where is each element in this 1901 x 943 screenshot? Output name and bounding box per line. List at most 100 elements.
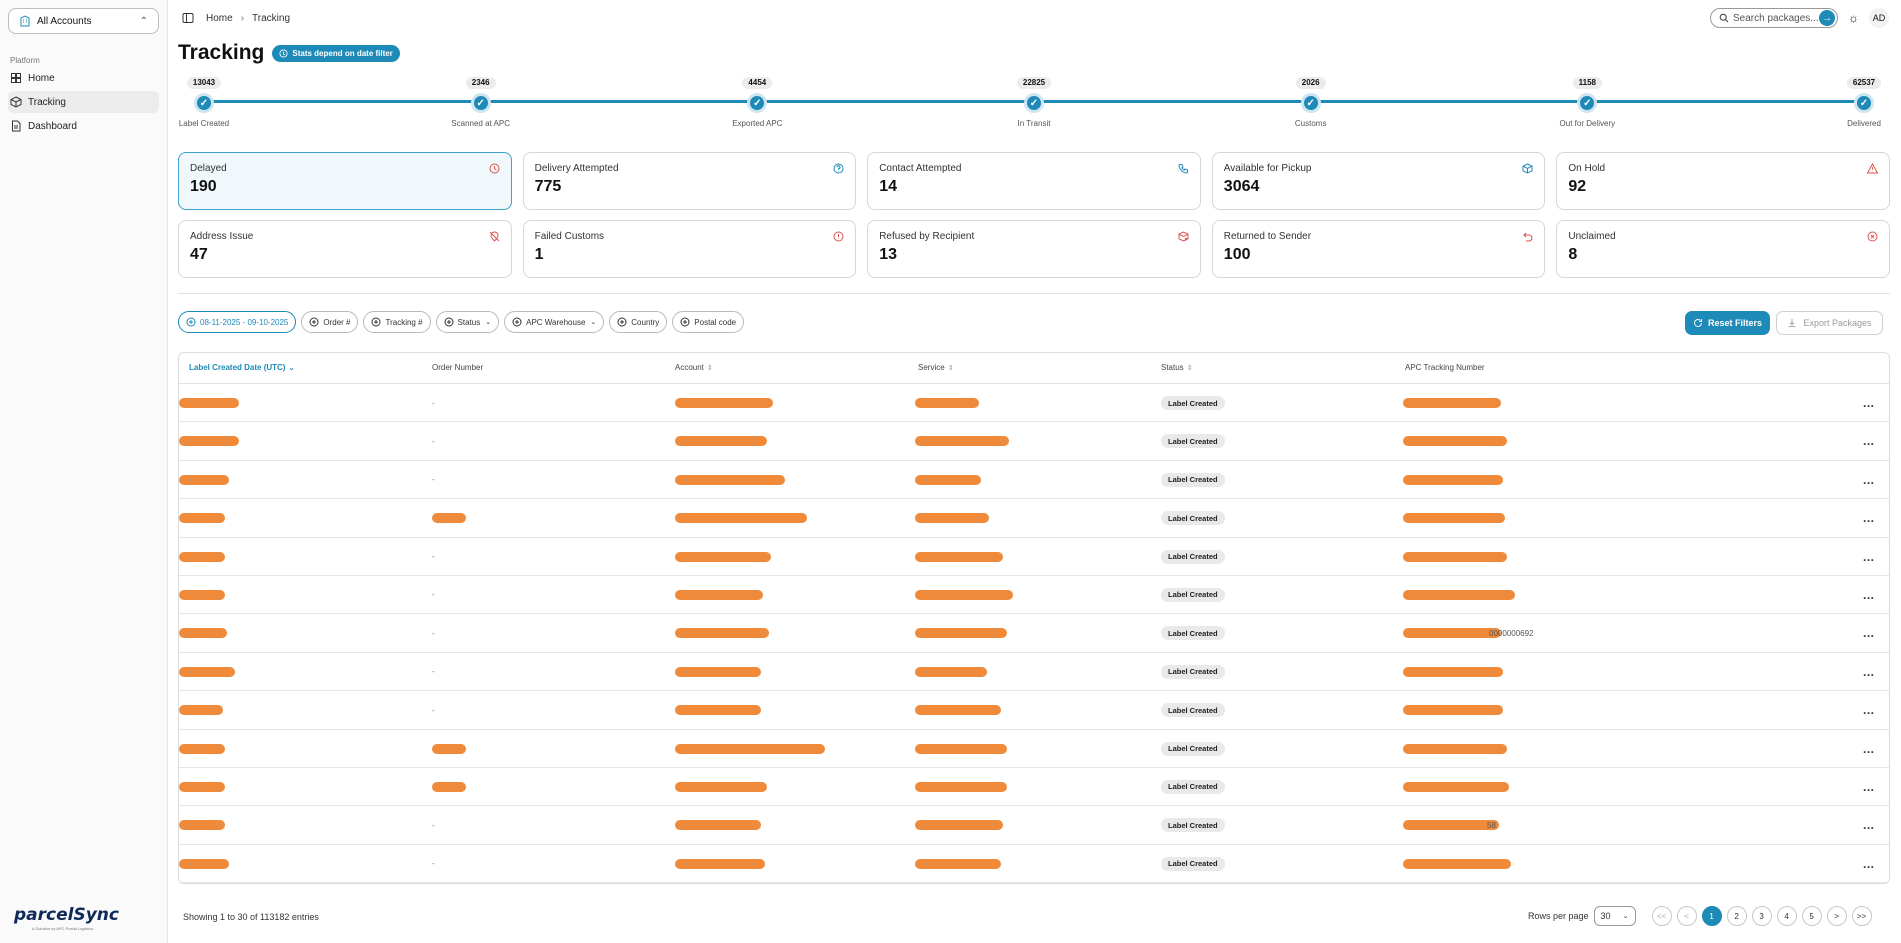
filter-chip-status[interactable]: Status ⌄: [435, 311, 500, 333]
timeline-count: 2346: [465, 77, 496, 89]
row-actions-menu[interactable]: ...: [1863, 653, 1875, 691]
cell-account: [675, 691, 761, 729]
table-row[interactable]: - Label Created...: [179, 576, 1889, 615]
export-packages-button[interactable]: Export Packages: [1776, 311, 1883, 335]
last-page-button[interactable]: >>: [1851, 906, 1872, 926]
filter-chip-08-11-2025-09-10-2025[interactable]: 08-11-2025 - 09-10-2025: [178, 311, 297, 333]
table-row[interactable]: - Label Created...: [179, 384, 1889, 423]
sort-icon: ⇕: [706, 364, 713, 372]
table-row[interactable]: - Label Created...: [179, 845, 1889, 883]
status-card-returned-to-sender[interactable]: Returned to Sender 100: [1211, 220, 1546, 278]
rows-per-page-select[interactable]: 30 ⌄: [1593, 906, 1636, 926]
page-button-5[interactable]: 5: [1801, 906, 1822, 926]
first-page-button[interactable]: <<: [1651, 906, 1672, 926]
table-row[interactable]: - Label Created...: [179, 422, 1889, 461]
chevron-down-icon: ⌄: [590, 319, 597, 326]
sidebar-toggle-icon[interactable]: [182, 12, 194, 24]
table-row[interactable]: Label Created...: [179, 768, 1889, 807]
plus-circle-icon: [186, 317, 196, 327]
redaction-bar: [179, 589, 225, 600]
status-card-delivery-attempted[interactable]: Delivery Attempted 775: [522, 152, 857, 210]
status-card-available-for-pickup[interactable]: Available for Pickup 3064: [1211, 152, 1546, 210]
column-header[interactable]: Status ⇕: [1161, 363, 1193, 372]
filter-chip-tracking[interactable]: Tracking #: [363, 311, 431, 333]
timeline-step[interactable]: 62537 ✓ Delivered: [1809, 72, 1901, 128]
filter-chip-apc-warehouse[interactable]: APC Warehouse ⌄: [504, 311, 605, 333]
status-card-on-hold[interactable]: On Hold 92: [1556, 152, 1890, 210]
status-card-contact-attempted[interactable]: Contact Attempted 14: [867, 152, 1201, 210]
row-actions-menu[interactable]: ...: [1863, 806, 1875, 844]
row-actions-menu[interactable]: ...: [1863, 384, 1875, 422]
cell-created-date: [179, 730, 225, 768]
timeline-step[interactable]: 1158 ✓ Out for Delivery: [1532, 72, 1642, 128]
row-actions-menu[interactable]: ...: [1863, 461, 1875, 499]
table-row[interactable]: Label Created...: [179, 730, 1889, 768]
row-actions-menu[interactable]: ...: [1863, 768, 1875, 806]
timeline-step[interactable]: 2346 ✓ Scanned at APC: [426, 72, 536, 128]
column-header[interactable]: Service ⇕: [918, 363, 954, 372]
table-row[interactable]: - Label Created...: [179, 653, 1889, 692]
cell-created-date: [179, 806, 225, 844]
timeline-step[interactable]: 2026 ✓ Customs: [1256, 72, 1366, 128]
status-card-failed-customs[interactable]: Failed Customs 1: [522, 220, 857, 278]
cell-service: [915, 730, 1007, 768]
row-actions-menu[interactable]: ...: [1863, 576, 1875, 614]
next-page-button[interactable]: >: [1826, 906, 1847, 926]
theme-toggle-icon[interactable]: ☼: [1848, 11, 1859, 25]
table-row[interactable]: - Label Created 0000000692...: [179, 614, 1889, 653]
search-submit-button[interactable]: →: [1819, 10, 1835, 26]
search-input[interactable]: Search packages... →: [1710, 8, 1838, 28]
reset-filters-button[interactable]: Reset Filters: [1685, 311, 1770, 335]
sidebar-item-dashboard[interactable]: Dashboard: [8, 115, 159, 137]
pagination: Rows per page 30 ⌄ << < 12345 > >>: [1528, 906, 1872, 926]
status-card-unclaimed[interactable]: Unclaimed 8: [1556, 220, 1890, 278]
cell-tracking-number: [1403, 768, 1509, 806]
status-card-refused-by-recipient[interactable]: Refused by Recipient 13: [867, 220, 1201, 278]
breadcrumb-home[interactable]: Home: [206, 13, 233, 24]
cell-account: [675, 384, 773, 422]
cell-service: [915, 614, 1007, 652]
status-card-address-issue[interactable]: Address Issue 47: [178, 220, 512, 278]
avatar[interactable]: AD: [1869, 8, 1889, 28]
home-icon: [11, 73, 21, 83]
timeline-label: Label Created: [178, 119, 230, 128]
row-actions-menu[interactable]: ...: [1863, 499, 1875, 537]
row-actions-menu[interactable]: ...: [1863, 614, 1875, 652]
status-card-label: On Hold: [1568, 163, 1606, 174]
row-actions-menu[interactable]: ...: [1863, 422, 1875, 460]
filter-chip-postal-code[interactable]: Postal code: [672, 311, 745, 333]
row-actions-menu[interactable]: ...: [1863, 845, 1875, 883]
table-row[interactable]: - Label Created 58...: [179, 806, 1889, 845]
cell-account: [675, 538, 771, 576]
page-button-4[interactable]: 4: [1776, 906, 1797, 926]
table-row[interactable]: Label Created...: [179, 499, 1889, 538]
sidebar-item-home[interactable]: Home: [8, 67, 159, 89]
timeline-step[interactable]: 22825 ✓ In Transit: [979, 72, 1089, 128]
row-actions-menu[interactable]: ...: [1863, 691, 1875, 729]
table-row[interactable]: - Label Created...: [179, 538, 1889, 576]
row-actions-menu[interactable]: ...: [1863, 730, 1875, 768]
filter-chip-order[interactable]: Order #: [301, 311, 359, 333]
page-button-3[interactable]: 3: [1751, 906, 1772, 926]
column-header[interactable]: Account ⇕: [675, 363, 713, 372]
timeline-step[interactable]: 13043 ✓ Label Created: [149, 72, 259, 128]
table-row[interactable]: - Label Created...: [179, 691, 1889, 730]
row-actions-menu[interactable]: ...: [1863, 538, 1875, 576]
box-icon: [1522, 163, 1533, 174]
column-header[interactable]: Label Created Date (UTC) ⌄: [189, 363, 294, 372]
cell-order-number: [432, 499, 466, 537]
page-button-1[interactable]: 1: [1701, 906, 1722, 926]
timeline-step[interactable]: 4454 ✓ Exported APC: [702, 72, 812, 128]
table-row[interactable]: - Label Created...: [179, 461, 1889, 500]
sidebar: All Accounts ⌃ Platform Home Tracking Da…: [0, 0, 168, 943]
cell-status: Label Created: [1161, 730, 1225, 768]
account-selector[interactable]: All Accounts ⌃: [8, 8, 159, 34]
plus-circle-icon: [444, 317, 454, 327]
prev-page-button[interactable]: <: [1676, 906, 1697, 926]
redaction-bar: [179, 628, 227, 639]
sidebar-item-tracking[interactable]: Tracking: [8, 91, 159, 113]
cell-tracking-number: [1403, 538, 1507, 576]
page-button-2[interactable]: 2: [1726, 906, 1747, 926]
status-card-delayed[interactable]: Delayed 190: [178, 152, 512, 210]
filter-chip-country[interactable]: Country: [609, 311, 668, 333]
